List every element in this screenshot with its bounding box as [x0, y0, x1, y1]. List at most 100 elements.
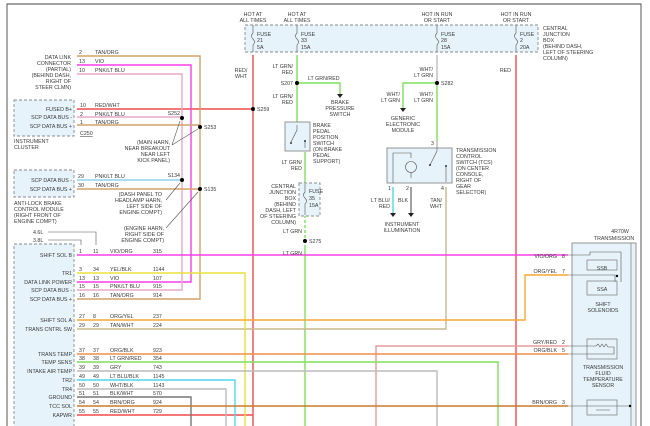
pcm-pin: 15 [79, 284, 85, 290]
svg-text:CLUSTER: CLUSTER [14, 145, 39, 151]
svg-text:LT GRN: LT GRN [381, 98, 400, 104]
splice-s134: S134 [168, 173, 180, 179]
pcm-inline-pin: 29 [93, 323, 99, 329]
anti-lock-brake-module: SCP DATA BUS - SCP DATA BUS + 29 PNK/LT BL… [13, 169, 125, 225]
svg-text:TAN/ORG: TAN/ORG [95, 183, 119, 189]
svg-text:30: 30 [78, 183, 84, 189]
svg-text:ENGINE COMPT): ENGINE COMPT) [14, 219, 57, 225]
svg-text:PNK/LT BLU: PNK/LT BLU [95, 112, 125, 118]
circuit-number: 924 [153, 400, 162, 406]
instrument-cluster: FUSED B+ SCP DATA BUS - SCP DATA BUS + 10 R… [13, 99, 125, 151]
wire-color: VIO [110, 276, 119, 282]
wire-color: BLK/WHT [110, 391, 134, 397]
svg-text:ALL TIMES: ALL TIMES [284, 18, 311, 24]
svg-text:RED: RED [282, 70, 293, 76]
svg-text:KICK PANEL): KICK PANEL) [137, 158, 170, 164]
svg-text:10: 10 [80, 103, 86, 109]
svg-text:MODULE: MODULE [392, 128, 415, 134]
svg-text:RED/WHT: RED/WHT [95, 103, 120, 109]
engine-variant-markers: 4.6L 3.8L [33, 230, 97, 245]
svg-text:LT GRN: LT GRN [414, 98, 433, 104]
svg-text:C250: C250 [80, 131, 93, 137]
svg-text:SOLENOIDS: SOLENOIDS [588, 308, 619, 314]
svg-text:SWITCH: SWITCH [330, 112, 351, 118]
pcm-connector: SHIFT SOL B1 11 VIO/ORG 315TR13 34 YEL/BLK 114… [13, 243, 164, 426]
wire-color: ORG/YEL [110, 314, 134, 320]
svg-text:3: 3 [431, 141, 434, 147]
svg-text:OR START: OR START [503, 18, 530, 24]
svg-text:1: 1 [388, 186, 391, 192]
svg-text:FUSE: FUSE [309, 189, 324, 195]
circuit-number: 1143 [153, 383, 164, 389]
splice-s207: S207 [281, 81, 293, 87]
pcm-inline-pin: 39 [93, 365, 99, 371]
splice-s275: S275 [309, 239, 321, 245]
pcm-inline-pin: 55 [93, 409, 99, 415]
splice-s135: S135 [204, 187, 216, 193]
pcm-inline-pin: 11 [93, 249, 99, 255]
central-junction-box-fuse-35: FUSE3515A CENTRALJUNCTIONBOX (BEHINDDASH… [260, 182, 324, 226]
svg-text:4.6L: 4.6L [33, 230, 43, 236]
svg-text:ILLUMINATION: ILLUMINATION [384, 228, 421, 234]
wire-color: LT GRN/RED [110, 356, 142, 362]
svg-text:4: 4 [441, 186, 444, 192]
pcm-inline-pin: 51 [93, 391, 99, 397]
pcm-pin: 16 [79, 293, 85, 299]
wire-color: ORG/BLK [110, 348, 134, 354]
pcm-pin: 50 [79, 383, 85, 389]
pcm-pin: 39 [79, 365, 85, 371]
circuit-number: 224 [153, 323, 162, 329]
pcm-inline-pin: 13 [93, 276, 99, 282]
svg-text:13: 13 [79, 59, 85, 65]
circuit-number: 107 [153, 276, 162, 282]
pcm-inline-pin: 16 [93, 293, 99, 299]
pcm-inline-pin: 54 [93, 400, 99, 406]
pcm-function: TR4 [62, 387, 72, 393]
svg-text:TAN/ORG: TAN/ORG [95, 50, 119, 56]
svg-text:BRN/ORG: BRN/ORG [532, 400, 557, 406]
pcm-inline-pin: 8 [93, 314, 96, 320]
svg-text:OR START: OR START [424, 18, 451, 24]
svg-text:10: 10 [79, 68, 85, 74]
splice-s253: S253 [204, 125, 216, 131]
wire-color: GRY [110, 365, 122, 371]
svg-text:SUPPORT): SUPPORT) [313, 159, 341, 165]
svg-text:STEER CLMN): STEER CLMN) [35, 85, 71, 91]
wire-color: LT BLU/BLK [110, 374, 139, 380]
wire-color: TAN/WHT [110, 323, 134, 329]
svg-text:WHT: WHT [430, 204, 443, 210]
generic-electronic-module: GENERICELECTRONICMODULE [386, 108, 420, 134]
svg-text:15A: 15A [301, 45, 311, 51]
circuit-number: 743 [153, 365, 162, 371]
svg-text:2: 2 [80, 112, 83, 118]
wire-color: WHT/BLK [110, 383, 134, 389]
svg-text:2: 2 [520, 38, 523, 44]
pcm-pin: 1 [79, 249, 82, 255]
svg-text:SCP DATA BUS +: SCP DATA BUS + [30, 124, 72, 130]
pcm-inline-pin: 37 [93, 348, 99, 354]
svg-text:2: 2 [562, 340, 565, 346]
svg-text:LT GRN: LT GRN [414, 73, 433, 79]
svg-text:15A: 15A [441, 45, 451, 51]
svg-text:3: 3 [562, 400, 565, 406]
circuit-number: 315 [153, 249, 162, 255]
svg-text:ENGINE COMPT): ENGINE COMPT) [121, 238, 164, 244]
pcm-function: SHIFT SOL B [40, 253, 73, 259]
svg-text:RED: RED [282, 100, 293, 106]
svg-text:WHT: WHT [235, 74, 248, 80]
svg-text:SSA: SSA [597, 287, 608, 293]
svg-text:7: 7 [562, 269, 565, 275]
pcm-function: TEMP SENS [41, 360, 72, 366]
pcm-pin: 38 [79, 356, 85, 362]
svg-text:5A: 5A [257, 45, 264, 51]
circuit-number: 1144 [153, 267, 164, 273]
svg-text:2: 2 [406, 186, 409, 192]
svg-text:TAN/ORG: TAN/ORG [95, 120, 119, 126]
transmission-title: TRANSMISSION [594, 236, 634, 242]
svg-text:ORG/BLK: ORG/BLK [533, 348, 557, 354]
pcm-inline-pin: 49 [93, 374, 99, 380]
transmission-title: 4R70W [611, 229, 629, 235]
transmission-control-switch: 3 1 2 4 TRANSMISSIONCONTROLSWITCH (TCS) … [384, 141, 496, 234]
pcm-pin: 37 [79, 348, 85, 354]
svg-text:RED: RED [379, 204, 390, 210]
